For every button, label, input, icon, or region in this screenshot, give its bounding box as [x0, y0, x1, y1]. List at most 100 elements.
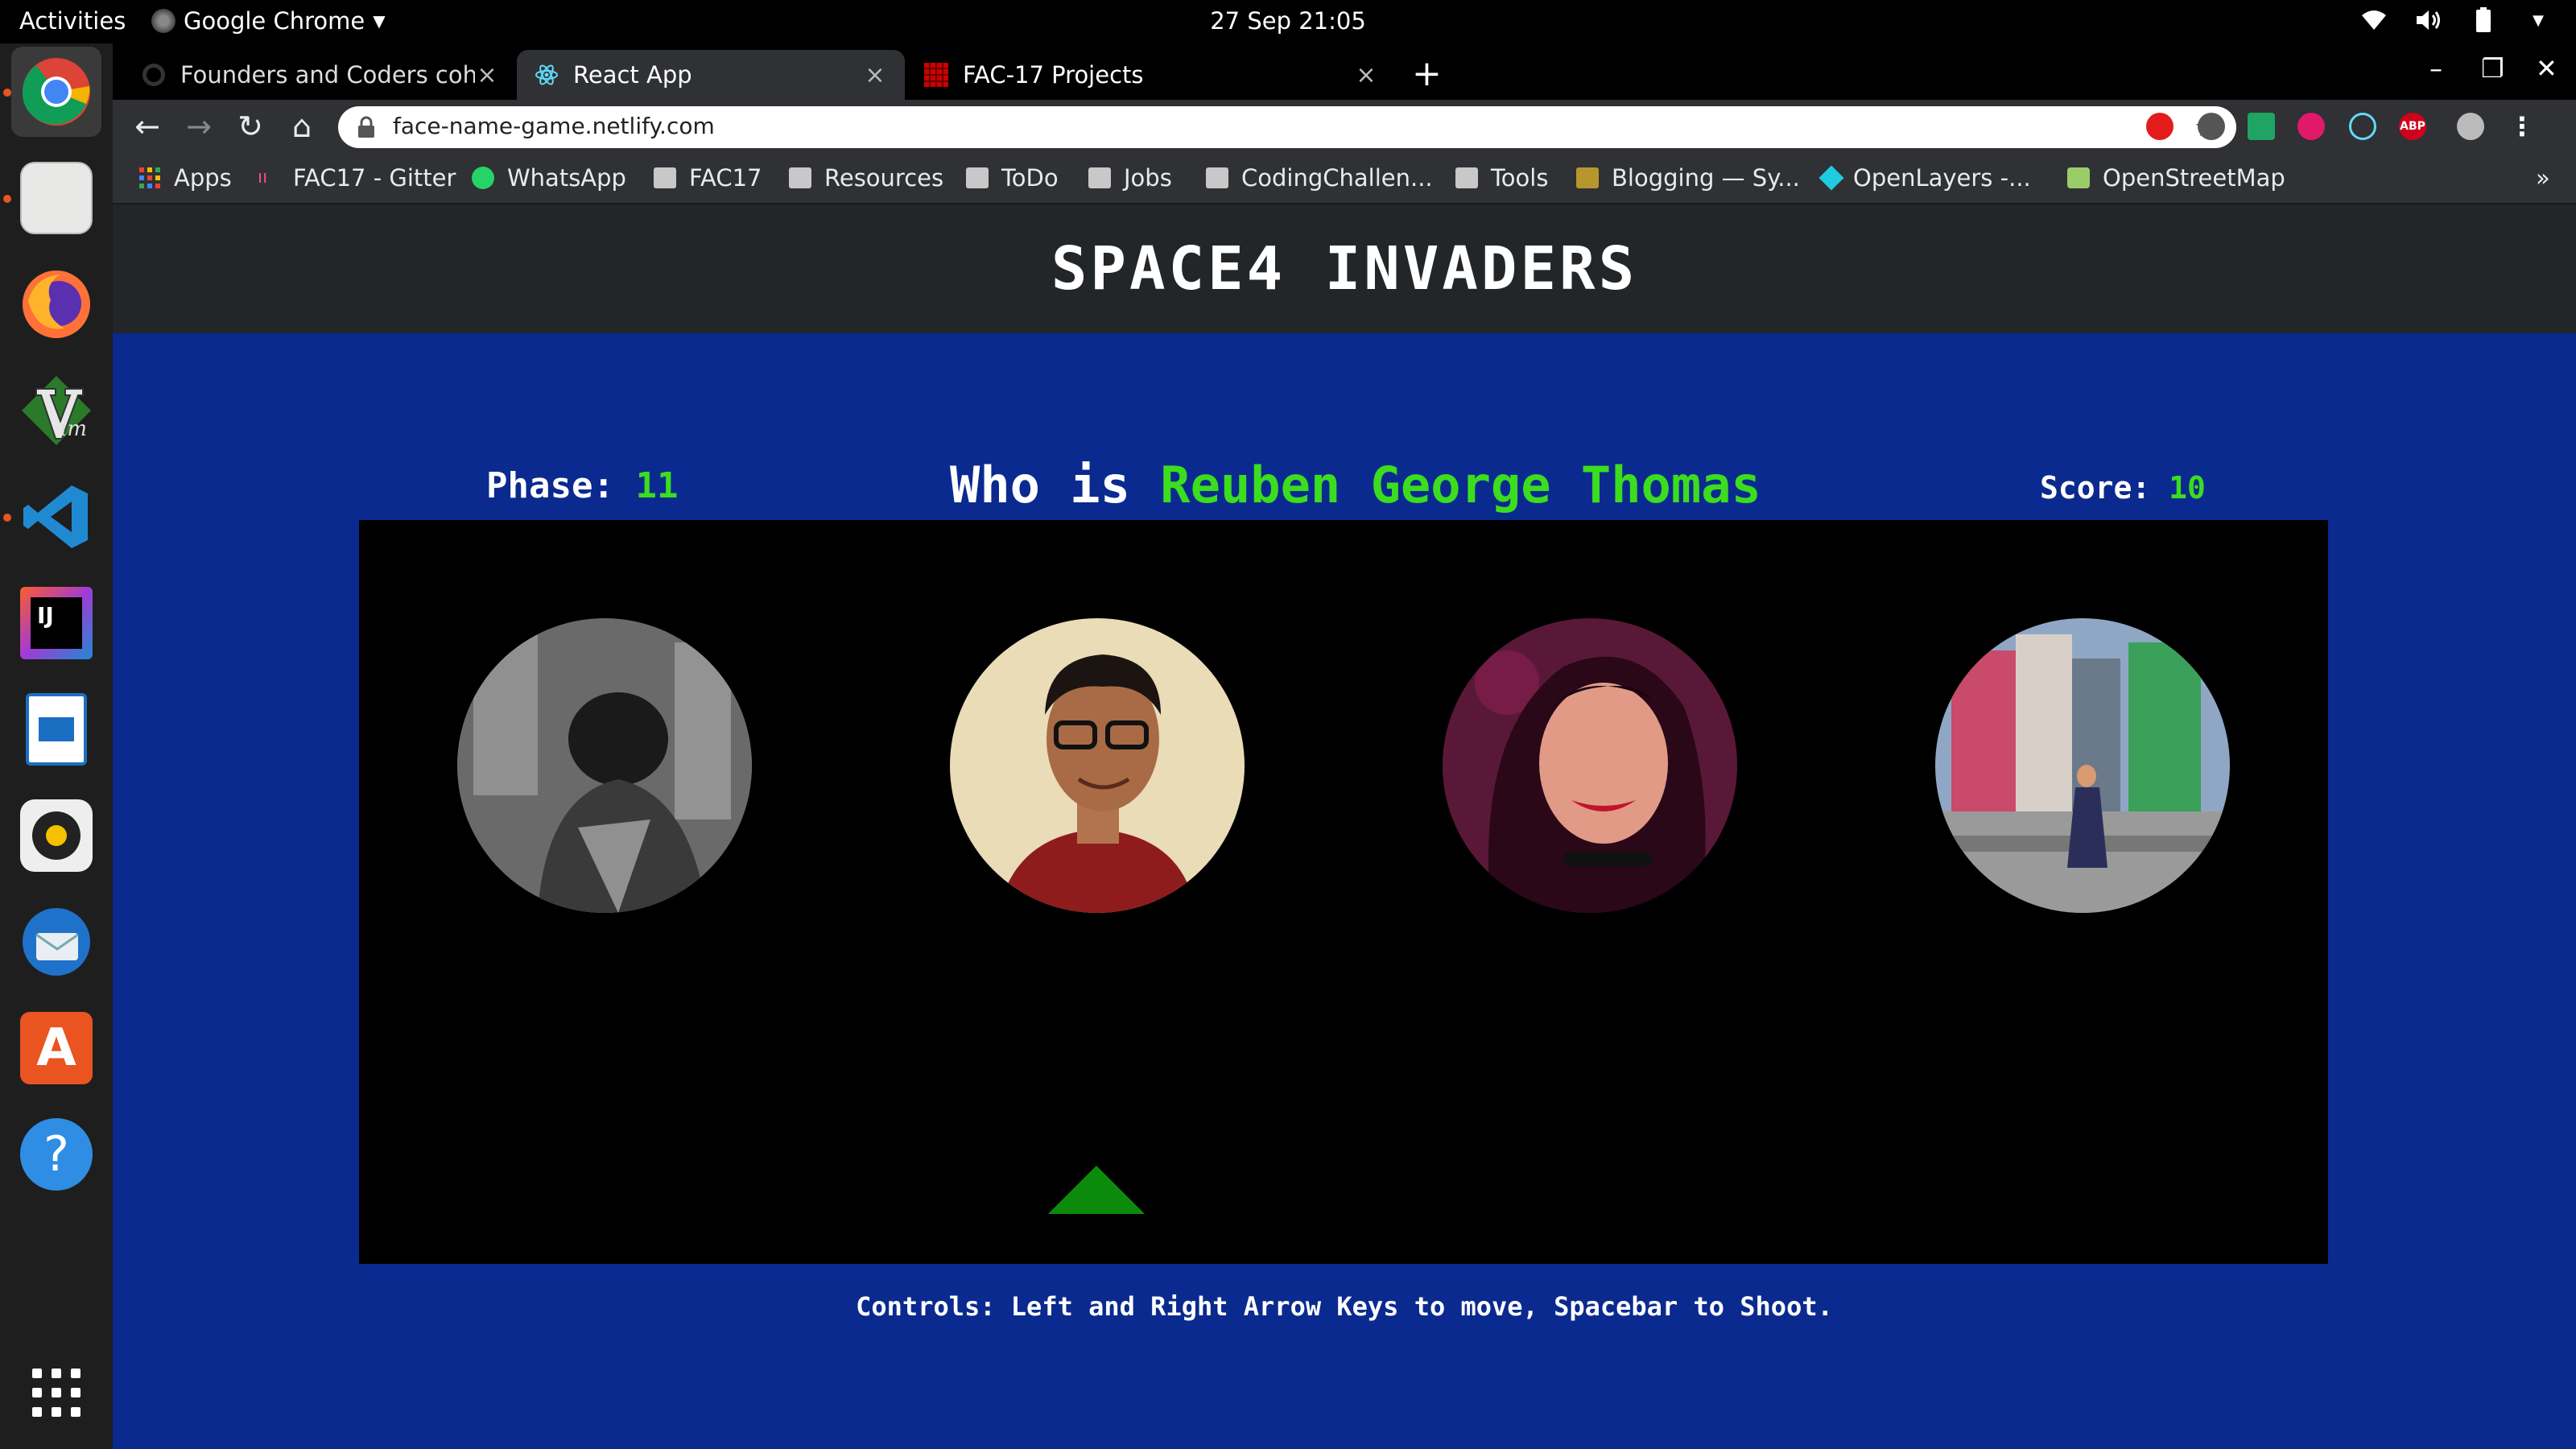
minimize-button[interactable]: –	[2429, 53, 2442, 84]
dock-item-vscode[interactable]	[3, 472, 101, 562]
face-target-3	[1443, 618, 1737, 913]
phase-label: Phase:	[486, 465, 614, 506]
web-page: SPACE4 INVADERS Phase: 11 Who is Reuben …	[113, 204, 2576, 1449]
adblock-icon[interactable]: ABP	[2399, 113, 2426, 140]
help-icon: ?	[20, 1118, 93, 1191]
close-window-button[interactable]: ✕	[2536, 53, 2557, 84]
extension-shield-icon[interactable]	[2146, 113, 2174, 140]
restore-button[interactable]: ❐	[2481, 53, 2504, 84]
tab-close-button[interactable]: ×	[863, 61, 887, 89]
dock-item-ubuntu-software[interactable]: A	[11, 1003, 101, 1093]
bookmark-label: OpenLayers -...	[1853, 164, 2031, 192]
dock-item-firefox[interactable]	[11, 259, 101, 349]
extension-sheet-icon[interactable]	[2248, 113, 2275, 140]
bookmark-openlayers[interactable]: OpenLayers -...	[1818, 164, 2031, 192]
controls-instructions: Controls: Left and Right Arrow Keys to m…	[856, 1291, 1833, 1322]
folder-icon	[1455, 167, 1478, 188]
intellij-icon: IJ	[20, 587, 93, 659]
dock-item-help[interactable]: ?	[11, 1109, 101, 1199]
question-prefix: Who is	[950, 456, 1130, 514]
bookmark-folder-resources[interactable]: Resources	[789, 164, 943, 192]
game-canvas[interactable]	[359, 520, 2328, 1264]
reload-button[interactable]: ↻	[232, 108, 269, 145]
dock-item-thunderbird[interactable]	[11, 897, 101, 987]
dock-item-intellij[interactable]: IJ	[11, 578, 101, 668]
bookmarks-bar: Apps ıı FAC17 - Gitter WhatsApp FAC17 Re…	[113, 155, 2576, 204]
tab-strip: Founders and Coders coh × React App × FA…	[113, 43, 2576, 100]
fac-grid-icon	[924, 63, 948, 87]
activities-button[interactable]: Activities	[19, 7, 126, 35]
folder-icon	[1088, 167, 1111, 188]
apps-grid-icon	[139, 167, 160, 188]
github-icon	[142, 64, 165, 86]
player-ship[interactable]	[1048, 1166, 1145, 1214]
target-name: Reuben George Thomas	[1160, 456, 1761, 514]
system-tray[interactable]: ▼	[2360, 6, 2552, 34]
bookmark-apps[interactable]: Apps	[138, 164, 232, 192]
bookmark-label: Resources	[824, 164, 944, 192]
score-value: 10	[2169, 470, 2206, 506]
tab-label: React App	[573, 61, 692, 89]
bookmark-label: FAC17 - Gitter	[293, 164, 456, 192]
address-bar[interactable]: face-name-game.netlify.com ☆	[338, 106, 2236, 148]
bookmark-blogging[interactable]: Blogging — Sy...	[1576, 164, 1800, 192]
home-button[interactable]: ⌂	[283, 108, 320, 145]
show-applications-button[interactable]	[11, 1348, 101, 1438]
score-label: Score:	[2040, 470, 2151, 506]
profile-avatar[interactable]	[2457, 113, 2484, 140]
software-center-icon: A	[20, 1012, 93, 1084]
files-icon	[20, 162, 93, 234]
face-target-2	[950, 618, 1245, 913]
dock: im IJ A ?	[0, 43, 113, 1449]
bookmark-folder-fac17[interactable]: FAC17	[654, 164, 762, 192]
bookmark-label: Blogging — Sy...	[1612, 164, 1800, 192]
running-indicator	[3, 195, 11, 203]
bookmarks-overflow-button[interactable]: »	[2536, 164, 2550, 192]
tab-close-button[interactable]: ×	[475, 61, 499, 89]
bookmark-whatsapp[interactable]: WhatsApp	[472, 164, 626, 192]
bookmark-label: WhatsApp	[507, 164, 626, 192]
blog-icon	[1576, 167, 1599, 188]
rhythmbox-icon	[20, 799, 93, 872]
svg-text:im: im	[60, 417, 87, 441]
volume-icon	[2415, 6, 2442, 34]
tab-fac17-projects[interactable]: FAC-17 Projects ×	[906, 50, 1396, 100]
browser-toolbar: ← → ↻ ⌂ face-name-game.netlify.com ☆ ABP…	[113, 100, 2576, 155]
wifi-icon	[2360, 6, 2388, 34]
bookmark-folder-tools[interactable]: Tools	[1455, 164, 1548, 192]
tab-react-app[interactable]: React App ×	[517, 50, 905, 100]
back-button[interactable]: ←	[129, 108, 166, 145]
thunderbird-icon	[23, 908, 90, 976]
dock-item-files[interactable]	[3, 153, 101, 243]
forward-button[interactable]: →	[180, 108, 217, 145]
bookmark-folder-jobs[interactable]: Jobs	[1088, 164, 1172, 192]
new-tab-button[interactable]: +	[1412, 53, 1442, 94]
tab-label: Founders and Coders coh	[180, 61, 475, 89]
bookmark-label: OpenStreetMap	[2103, 164, 2285, 192]
url-text[interactable]: face-name-game.netlify.com	[393, 113, 715, 139]
dock-item-writer[interactable]	[11, 684, 101, 774]
gitter-icon: ıı	[258, 167, 268, 188]
chrome-icon	[22, 58, 90, 126]
tab-close-button[interactable]: ×	[1354, 61, 1378, 89]
bookmark-fac17-gitter[interactable]: ıı FAC17 - Gitter	[258, 164, 456, 192]
bookmark-openstreetmap[interactable]: OpenStreetMap	[2067, 164, 2285, 192]
bookmark-label: ToDo	[1001, 164, 1059, 192]
tab-founders-and-coders[interactable]: Founders and Coders coh ×	[124, 50, 517, 100]
phase-indicator: Phase: 11	[486, 465, 678, 506]
menu-kebab-icon[interactable]: ⋮	[2508, 111, 2536, 142]
react-devtools-icon[interactable]	[2349, 113, 2376, 140]
app-menu[interactable]: Google Chrome ▼	[151, 7, 386, 35]
dock-item-chrome[interactable]	[3, 47, 101, 137]
whatsapp-icon	[472, 167, 494, 189]
dock-item-vim[interactable]: im	[11, 365, 101, 456]
clock[interactable]: 27 Sep 21:05	[0, 7, 2576, 35]
openlayers-icon	[1818, 165, 1844, 191]
bookmark-folder-codingchallenges[interactable]: CodingChallen...	[1206, 164, 1433, 192]
extension-record-icon[interactable]	[2297, 113, 2325, 140]
dock-item-rhythmbox[interactable]	[11, 791, 101, 881]
extension-bracket-icon[interactable]	[2198, 113, 2225, 140]
bookmark-label: FAC17	[689, 164, 762, 192]
question-heading: Who is Reuben George Thomas	[950, 456, 1761, 514]
bookmark-folder-todo[interactable]: ToDo	[966, 164, 1059, 192]
